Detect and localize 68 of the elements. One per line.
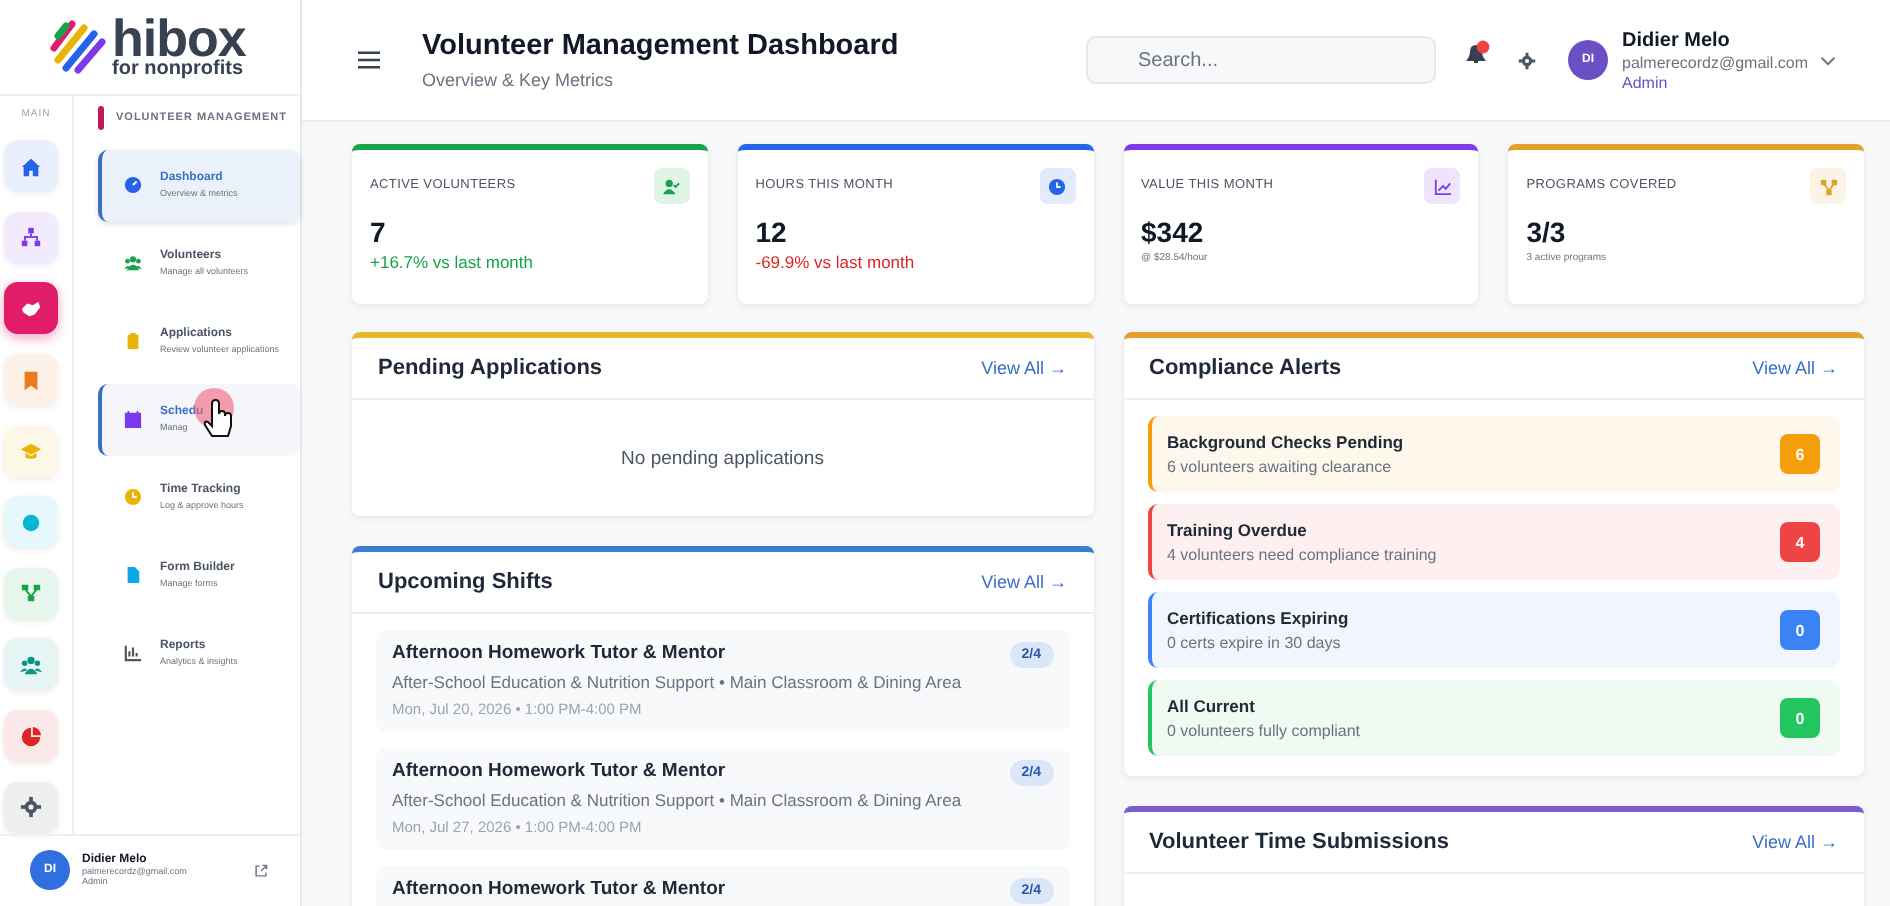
panel-title: Upcoming Shifts	[378, 570, 553, 594]
rail-button[interactable]	[3, 211, 57, 264]
shift-details: After-School Education & Nutrition Support • Main Classroom & Dining Area	[392, 672, 962, 692]
network-icon	[1810, 168, 1846, 204]
alert-description: 6 volunteers awaiting clearance	[1167, 458, 1394, 476]
view-all-link[interactable]: View All →	[1752, 358, 1838, 378]
shift-title: Afternoon Homework Tutor & Mentor	[392, 642, 728, 664]
count-badge: 0	[1780, 698, 1820, 738]
stat-value: 3/3	[1526, 216, 1568, 248]
alert-title: Training Overdue	[1167, 520, 1309, 540]
notification-bell-icon[interactable]	[1464, 40, 1492, 68]
alert-title: Background Checks Pending	[1167, 432, 1404, 452]
search-field[interactable]: Search...	[1086, 36, 1436, 84]
clock-icon	[1039, 168, 1075, 204]
settings-icon	[19, 796, 41, 819]
rail-button[interactable]	[3, 567, 57, 620]
chart-icon	[1424, 168, 1461, 204]
stat-value: 12	[755, 216, 789, 248]
stat-note: +16.7% vs last month	[370, 252, 536, 272]
bookmark-icon	[19, 369, 41, 392]
alert-title: Certifications Expiring	[1167, 608, 1349, 628]
shift-title: Afternoon Homework Tutor & Mentor	[392, 878, 726, 900]
shift-title: Afternoon Homework Tutor & Mentor	[392, 760, 728, 782]
alert-description: 0 certs expire in 30 days	[1167, 634, 1343, 652]
alert-card[interactable]: Certifications Expiring 0 certs expire in 30 days 0	[1147, 592, 1840, 668]
rail-button[interactable]	[3, 710, 57, 762]
count-badge: 6	[1780, 434, 1820, 474]
network-icon	[19, 582, 41, 605]
rail-button[interactable]	[3, 140, 57, 193]
count-badge: 0	[1780, 610, 1820, 650]
empty-message: No pending applications	[621, 447, 824, 469]
page-subtitle: Overview & Key Metrics	[422, 70, 616, 90]
panel-title: Pending Applications	[378, 356, 603, 380]
stat-note: -69.9% vs last month	[755, 252, 917, 272]
sitemap-icon	[19, 226, 41, 249]
shift-details: After-School Education & Nutrition Support • Main Classroom & Dining Area	[392, 790, 962, 810]
view-all-link[interactable]: View All →	[981, 358, 1067, 378]
rail-button[interactable]	[3, 781, 57, 834]
graduation-cap-icon	[19, 440, 41, 463]
rail-button[interactable]	[3, 282, 57, 335]
alert-card[interactable]: Background Checks Pending 6 volunteers awaiting clearance 6	[1147, 416, 1840, 492]
alert-description: 4 volunteers need compliance training	[1167, 546, 1437, 564]
user-role: Admin	[1622, 73, 1670, 91]
stat-value: $342	[1141, 216, 1206, 248]
view-all-link[interactable]: View All →	[981, 572, 1067, 592]
users-icon	[19, 653, 41, 676]
stat-value: 7	[370, 216, 388, 248]
circle-icon	[19, 511, 41, 534]
view-all-link[interactable]: View All →	[1752, 832, 1838, 852]
alert-card[interactable]: Training Overdue 4 volunteers need compliance training 4	[1147, 504, 1840, 580]
panel-title: Volunteer Time Submissions	[1149, 830, 1449, 854]
external-link-icon[interactable]	[254, 863, 268, 878]
alert-card[interactable]: All Current 0 volunteers fully compliant 0	[1147, 680, 1840, 756]
alert-title: All Current	[1167, 696, 1257, 716]
user-name: Didier Melo	[1622, 29, 1732, 51]
alert-description: 0 volunteers fully compliant	[1167, 722, 1360, 740]
chevron-down-icon[interactable]	[1820, 55, 1837, 65]
panel-title: Compliance Alerts	[1149, 356, 1342, 380]
logo-mark-icon	[48, 16, 108, 77]
rail-button[interactable]	[3, 638, 57, 691]
page-title: Volunteer Management Dashboard	[422, 30, 901, 62]
home-icon	[19, 155, 41, 178]
user-email: palmerecordz@gmail.com	[1622, 53, 1809, 71]
count-badge: 4	[1780, 522, 1820, 562]
settings-icon[interactable]	[1518, 51, 1536, 69]
pie-chart-icon	[19, 725, 41, 747]
user-check-icon	[653, 168, 690, 204]
menu-icon[interactable]	[358, 50, 380, 70]
